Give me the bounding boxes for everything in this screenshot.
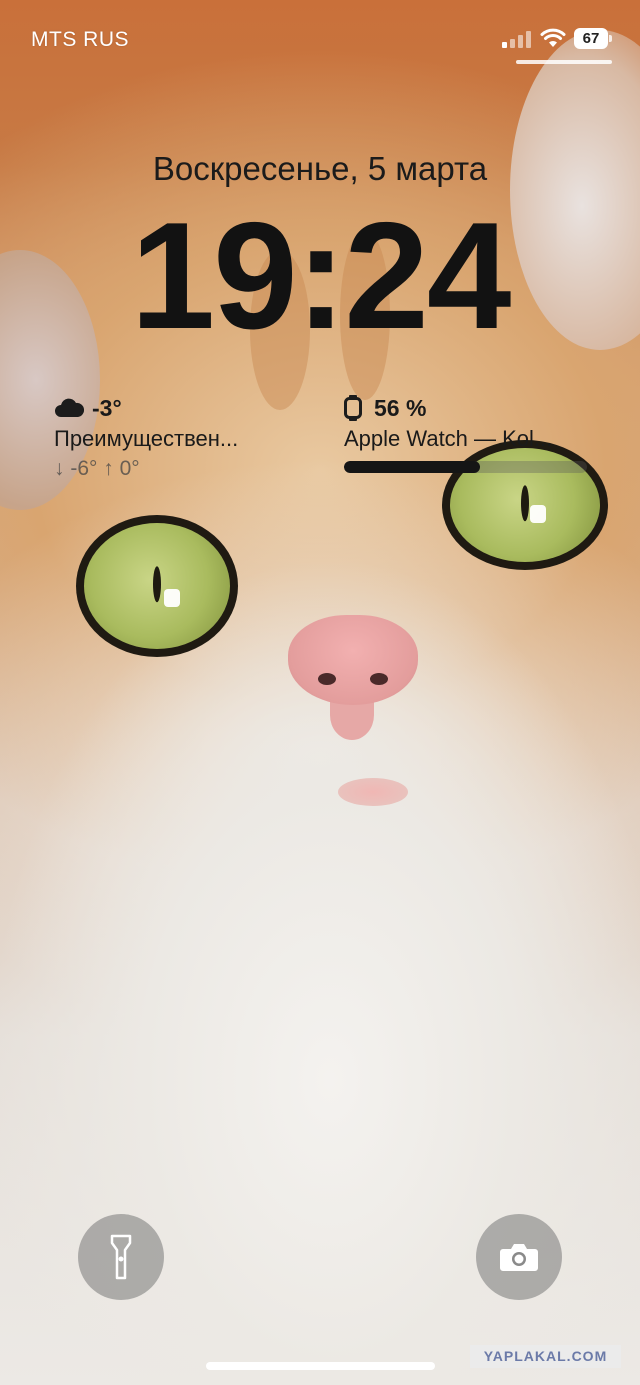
battery-widget[interactable]: 56 % Apple Watch — Kol... bbox=[344, 394, 588, 473]
signal-icon bbox=[502, 30, 531, 48]
battery-tip bbox=[609, 35, 612, 42]
weather-temperature: -3° bbox=[92, 394, 122, 421]
cat-eye-left bbox=[76, 515, 238, 657]
control-center-handle[interactable] bbox=[516, 60, 612, 64]
camera-button[interactable] bbox=[476, 1214, 562, 1300]
battery-icon: 67 bbox=[574, 28, 608, 49]
watch-battery-bar bbox=[344, 461, 587, 473]
watch-battery-fill bbox=[344, 461, 481, 473]
cat-nose bbox=[288, 615, 418, 705]
wifi-icon bbox=[540, 28, 566, 47]
watch-battery-percent: 56 % bbox=[374, 394, 427, 421]
lock-date: Воскресенье, 5 марта bbox=[152, 150, 488, 187]
home-indicator[interactable] bbox=[206, 1362, 435, 1370]
cat-mouth bbox=[338, 778, 408, 806]
apple-watch-icon bbox=[344, 395, 362, 421]
lock-clock[interactable]: 19:24 bbox=[0, 200, 640, 352]
flashlight-button[interactable] bbox=[78, 1214, 164, 1300]
weather-condition: Преимуществен... bbox=[54, 426, 239, 451]
flashlight-icon bbox=[110, 1234, 132, 1280]
status-bar[interactable]: MTS RUS 67 bbox=[0, 0, 640, 80]
cloud-icon bbox=[55, 398, 84, 417]
watermark: YAPLAKAL.COM bbox=[470, 1345, 621, 1368]
carrier-name: MTS RUS bbox=[31, 28, 129, 51]
battery-level: 67 bbox=[582, 30, 600, 47]
watch-device-name: Apple Watch — Kol... bbox=[344, 426, 553, 451]
weather-range: ↓ -6° ↑ 0° bbox=[54, 457, 140, 480]
weather-widget[interactable]: -3° Преимуществен... ↓ -6° ↑ 0° bbox=[54, 394, 314, 481]
camera-icon bbox=[500, 1244, 538, 1271]
